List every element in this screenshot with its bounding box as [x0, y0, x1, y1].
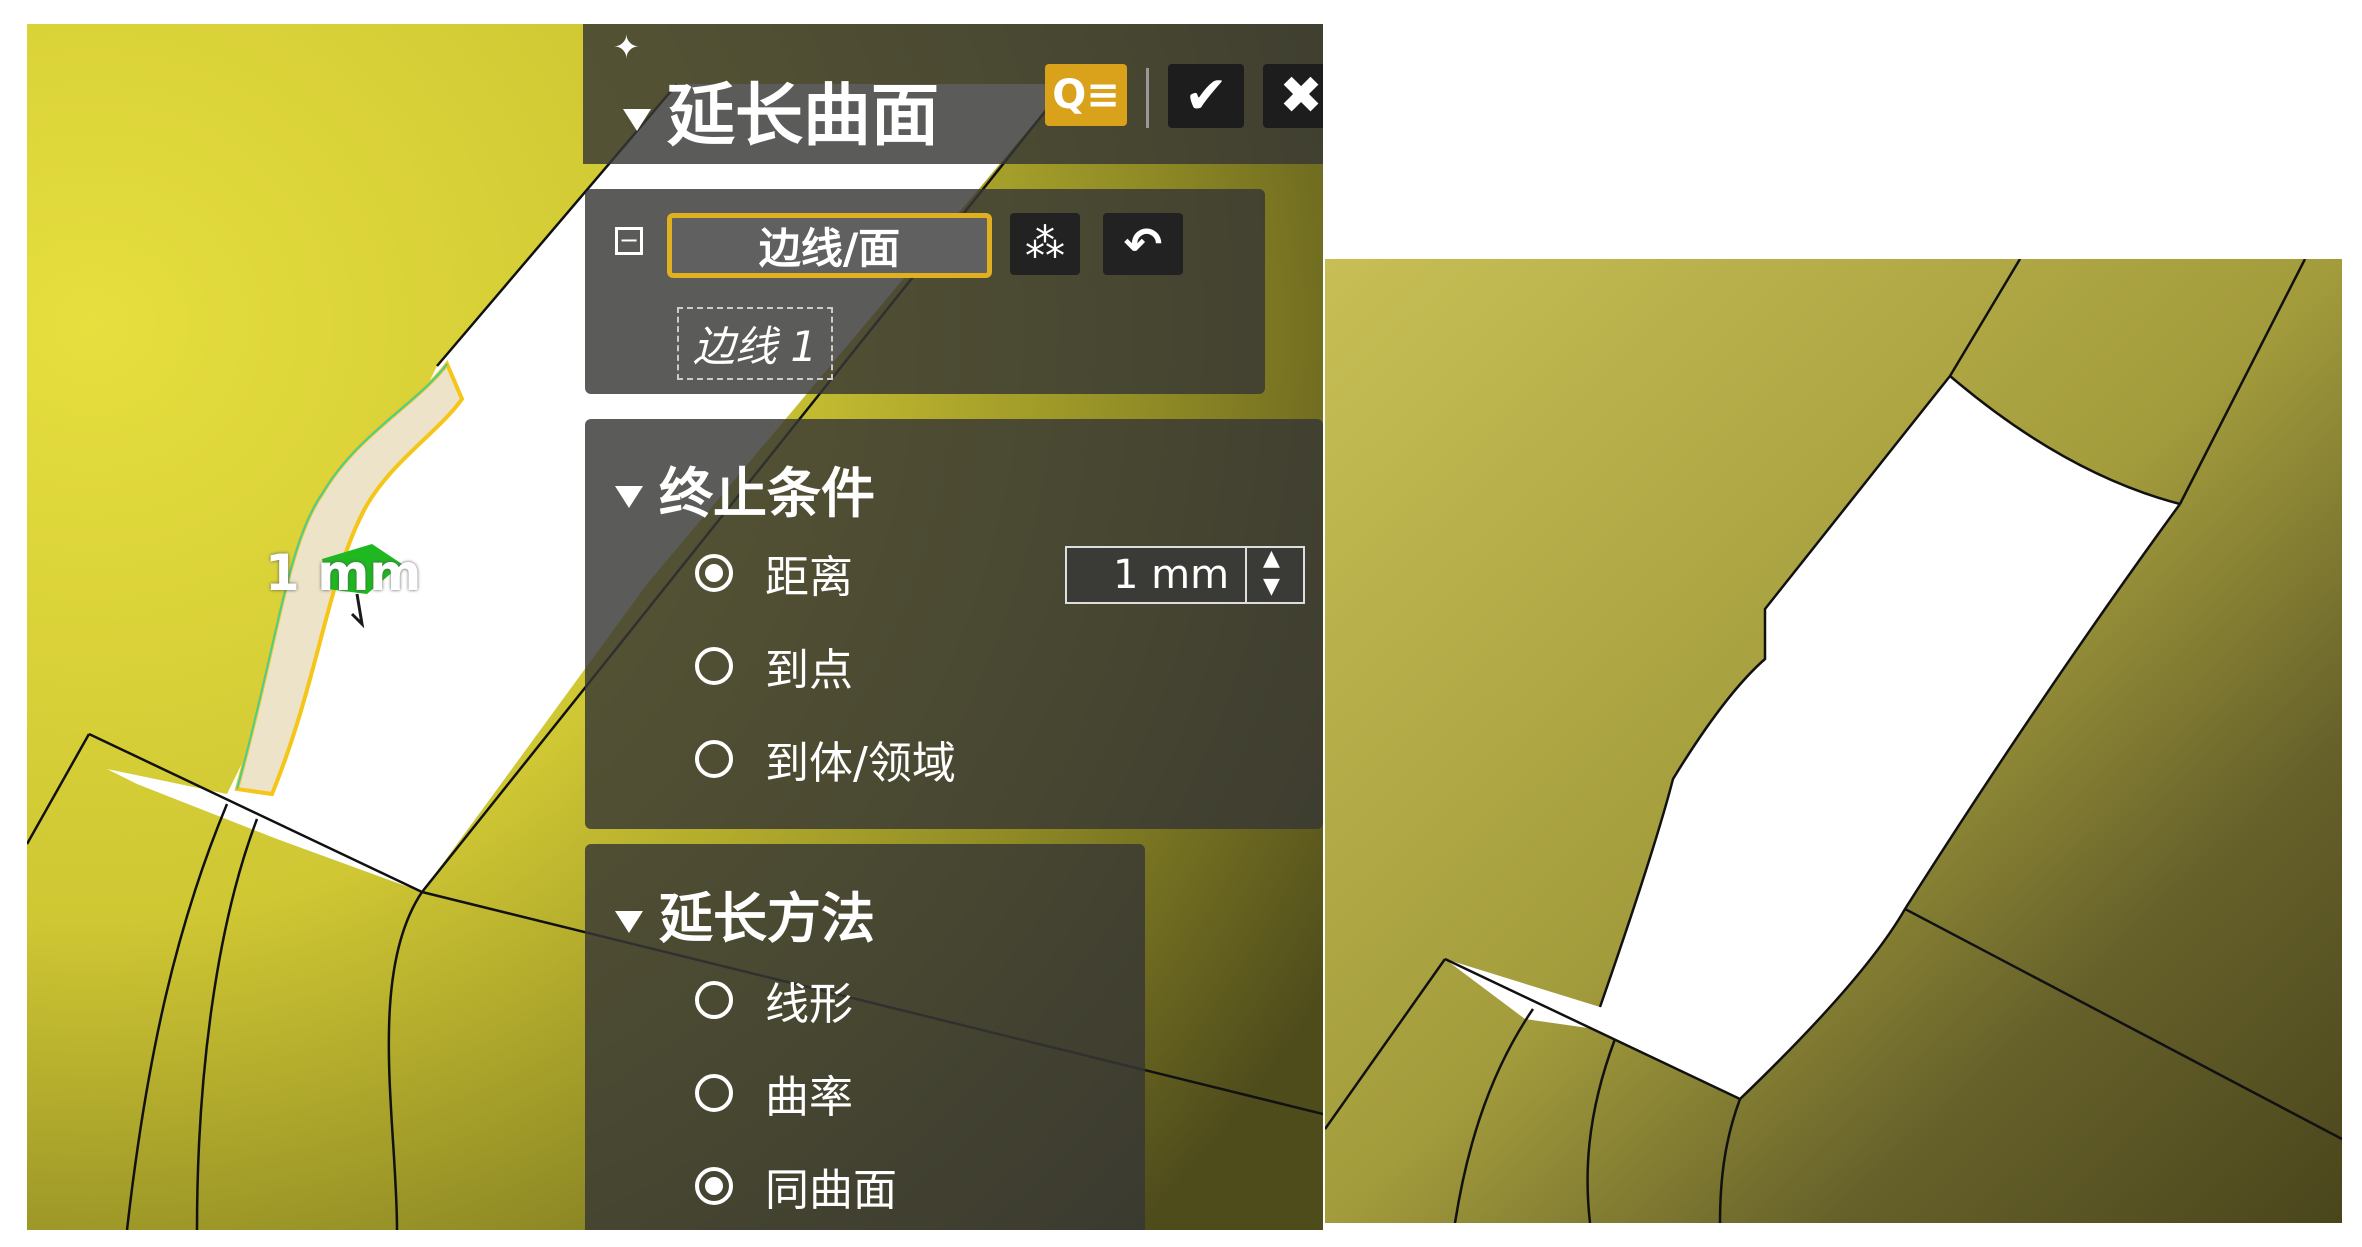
- ok-button[interactable]: ✔: [1168, 64, 1244, 128]
- preview-search-icon[interactable]: Q≡: [1045, 64, 1127, 126]
- propagate-button[interactable]: ⁂: [1010, 213, 1080, 275]
- selection-panel: − 边线/面 ⁂ ↶ 边线 1: [585, 189, 1265, 394]
- edge-face-button[interactable]: 边线/面: [667, 213, 992, 278]
- radio-linear[interactable]: 线形: [695, 968, 853, 1032]
- end-condition-header[interactable]: 终止条件: [615, 449, 875, 528]
- dimension-label: 1 mm: [265, 544, 422, 602]
- toolbar-divider: [1146, 68, 1149, 128]
- distance-value: 1 mm: [1113, 552, 1230, 598]
- undo-button[interactable]: ↶: [1103, 213, 1183, 275]
- radio-same-surface[interactable]: 同曲面: [695, 1154, 897, 1218]
- extend-method-panel: 延长方法 线形 曲率 同曲面: [585, 844, 1145, 1230]
- close-icon: ✖: [1279, 66, 1323, 126]
- cad-viewport-left[interactable]: 1 mm ✦ 延长曲面 Q≡ ✔ ✖ − 边线/面 ⁂ ↶ 边线 1 终止条件 …: [27, 24, 1323, 1230]
- radio-distance[interactable]: 距离: [695, 541, 853, 605]
- radio-to-body-region[interactable]: 到体/领域: [695, 727, 956, 791]
- extend-method-header[interactable]: 延长方法: [615, 874, 875, 953]
- edge-face-label: 边线/面: [758, 224, 901, 273]
- spinner-buttons[interactable]: ▲ ▼: [1245, 546, 1303, 602]
- selected-item-label: 边线 1: [693, 322, 818, 371]
- undo-icon: ↶: [1123, 217, 1163, 271]
- collapse-triangle-icon: [615, 911, 643, 934]
- selected-item[interactable]: 边线 1: [677, 307, 834, 380]
- spin-up-icon[interactable]: ▲: [1263, 546, 1280, 571]
- collapse-triangle-icon: [615, 486, 643, 509]
- radio-curvature[interactable]: 曲率: [695, 1061, 853, 1125]
- dialog-title: 延长曲面: [667, 77, 940, 156]
- distance-input[interactable]: 1 mm ▲ ▼: [1065, 546, 1305, 604]
- spin-down-icon[interactable]: ▼: [1263, 574, 1280, 599]
- cad-viewport-right[interactable]: [1325, 259, 2342, 1223]
- minus-box-icon[interactable]: −: [615, 227, 643, 255]
- result-geometry: [1325, 259, 2342, 1223]
- radio-to-point[interactable]: 到点: [695, 634, 853, 698]
- collapse-triangle-icon[interactable]: [623, 109, 651, 132]
- end-condition-panel: 终止条件 距离 1 mm ▲ ▼ 到点 到体/领域: [585, 419, 1323, 829]
- checkmark-icon: ✔: [1184, 66, 1228, 126]
- propagate-icon: ⁂: [1025, 221, 1065, 267]
- dialog-header: ✦ 延长曲面 Q≡ ✔ ✖: [583, 24, 1323, 164]
- cancel-button[interactable]: ✖: [1263, 64, 1323, 128]
